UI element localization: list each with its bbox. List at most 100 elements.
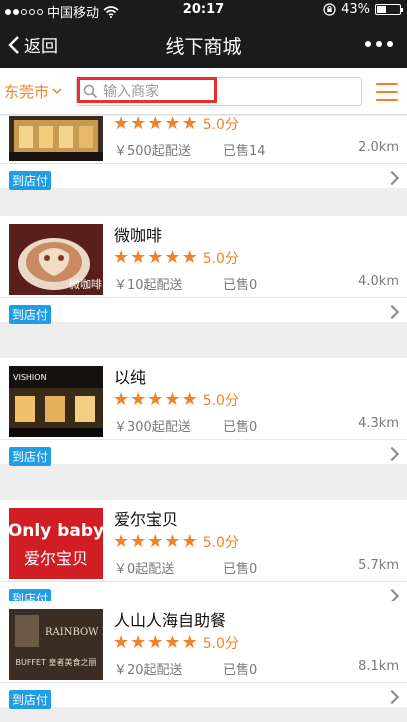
- store-card[interactable]: RAINBOW BUFFET BUFFET 皇者美食之丽 人山人海自助餐 ★★★…: [0, 601, 407, 709]
- store-card[interactable]: Only baby 爱尔宝贝 爱尔宝贝 ★ ★ ★ ★ ★ 5.0分 ￥0起配送 已售0…: [0, 500, 407, 608]
- star-icon: ★: [164, 116, 181, 134]
- battery-icon: [375, 4, 403, 15]
- rating-score: 5.0分: [202, 250, 239, 267]
- rating-score: 5.0分: [202, 116, 239, 133]
- store-thumbnail: Only baby 爱尔宝贝: [9, 508, 103, 579]
- rating-stars: ★ ★ ★ ★ ★ 5.0分: [113, 116, 239, 134]
- divider: [0, 682, 407, 683]
- star-icon: ★: [147, 116, 164, 134]
- rating-score: 5.0分: [202, 635, 239, 652]
- star-icon: ★: [113, 389, 130, 410]
- sold-count: 已售0: [223, 420, 258, 435]
- distance: 5.7km: [358, 558, 399, 573]
- min-order: ￥20起配送: [114, 663, 183, 678]
- battery-percent: 43%: [341, 2, 370, 17]
- star-icon: ★: [147, 531, 164, 552]
- chevron-right-icon[interactable]: [384, 689, 400, 705]
- min-order: ￥10起配送: [114, 278, 183, 293]
- thumbnail-caption-2: 爱尔宝贝: [24, 549, 88, 568]
- city-label: 东莞市: [4, 83, 50, 101]
- pay-in-store-badge: 到店付: [9, 690, 52, 709]
- sold-count: 已售0: [223, 663, 258, 678]
- distance: 4.3km: [358, 416, 399, 431]
- rating-score: 5.0分: [202, 392, 239, 409]
- store-name: 爱尔宝贝: [114, 510, 179, 529]
- thumbnail-caption: RAINBOW BUFFET: [45, 627, 103, 638]
- star-icon: ★: [130, 389, 147, 410]
- city-selector[interactable]: 东莞市: [4, 81, 62, 102]
- search-bar: 东莞市: [0, 68, 407, 115]
- thumbnail-caption: Only baby: [9, 521, 103, 541]
- chevron-right-icon[interactable]: [384, 170, 400, 186]
- thumbnail-caption-2: BUFFET 皇者美食之丽: [15, 657, 96, 667]
- orientation-lock-icon: [323, 3, 336, 16]
- pay-in-store-badge: 到店付: [9, 305, 52, 324]
- star-icon: ★: [147, 632, 164, 653]
- star-icon: ★: [181, 247, 198, 268]
- rating-stars: ★ ★ ★ ★ ★ 5.0分: [113, 247, 239, 268]
- store-card[interactable]: VISHION 以纯 ★ ★ ★ ★ ★ 5.0分 ￥300起配送 已售0 4.3km …: [0, 358, 407, 466]
- brand-logo-image: Only baby 爱尔宝贝: [9, 508, 103, 579]
- rating-stars: ★ ★ ★ ★ ★ 5.0分: [113, 531, 239, 552]
- distance: 2.0km: [358, 140, 399, 155]
- distance: 4.0km: [358, 274, 399, 289]
- nav-bar: 返回 线下商城: [0, 20, 407, 68]
- star-icon: ★: [181, 116, 198, 134]
- store-card[interactable]: ★ ★ ★ ★ ★ 5.0分 ￥500起配送 已售14 2.0km 到店付: [0, 116, 407, 190]
- star-icon: ★: [147, 389, 164, 410]
- star-icon: ★: [181, 389, 198, 410]
- thumbnail-caption: 微咖啡: [69, 277, 102, 291]
- thumbnail-caption: VISHION: [13, 373, 47, 382]
- star-icon: ★: [164, 247, 181, 268]
- star-icon: ★: [113, 531, 130, 552]
- divider: [0, 581, 407, 582]
- min-order: ￥0起配送: [114, 562, 175, 577]
- chevron-down-icon: [52, 88, 62, 95]
- star-icon: ★: [164, 632, 181, 653]
- store-name: 人山人海自助餐: [114, 611, 227, 630]
- store-name: 以纯: [114, 368, 147, 387]
- search-box[interactable]: [76, 77, 362, 106]
- pay-in-store-badge: 到店付: [9, 171, 52, 190]
- chevron-right-icon[interactable]: [384, 446, 400, 462]
- star-icon: ★: [130, 247, 147, 268]
- star-icon: ★: [147, 247, 164, 268]
- store-name: 微咖啡: [114, 226, 163, 245]
- star-icon: ★: [113, 116, 130, 134]
- store-list: ★ ★ ★ ★ ★ 5.0分 ￥500起配送 已售14 2.0km 到店付 微咖啡 微咖…: [0, 116, 407, 722]
- min-order: ￥300起配送: [114, 420, 191, 435]
- star-icon: ★: [181, 531, 198, 552]
- status-bar: 中国移动 20:17 43%: [0, 0, 407, 21]
- sold-count: 已售0: [223, 562, 258, 577]
- search-icon: [83, 84, 98, 99]
- divider: [0, 297, 407, 298]
- menu-icon[interactable]: [376, 83, 398, 101]
- search-input[interactable]: [103, 81, 353, 102]
- rating-stars: ★ ★ ★ ★ ★ 5.0分: [113, 389, 239, 410]
- store-thumbnail: VISHION: [9, 366, 103, 437]
- star-icon: ★: [164, 389, 181, 410]
- star-icon: ★: [130, 632, 147, 653]
- store-thumbnail: RAINBOW BUFFET BUFFET 皇者美食之丽: [9, 609, 103, 680]
- store-thumbnail: 微咖啡: [9, 224, 103, 295]
- brand-logo-image: RAINBOW BUFFET BUFFET 皇者美食之丽: [9, 609, 103, 680]
- divider: [0, 439, 407, 440]
- rating-score: 5.0分: [202, 534, 239, 551]
- star-icon: ★: [113, 247, 130, 268]
- star-icon: ★: [130, 116, 147, 134]
- sold-count: 已售0: [223, 278, 258, 293]
- pay-in-store-badge: 到店付: [9, 447, 52, 466]
- storefront-image: VISHION: [9, 366, 103, 437]
- rating-stars: ★ ★ ★ ★ ★ 5.0分: [113, 632, 239, 653]
- storefront-image: [9, 116, 103, 161]
- more-menu-icon[interactable]: [365, 41, 393, 47]
- distance: 8.1km: [358, 659, 399, 674]
- min-order: ￥500起配送: [114, 144, 191, 159]
- star-icon: ★: [164, 531, 181, 552]
- store-card[interactable]: 微咖啡 微咖啡 ★ ★ ★ ★ ★ 5.0分 ￥10起配送 已售0 4.0km 到店付: [0, 216, 407, 324]
- page-title: 线下商城: [165, 36, 242, 58]
- star-icon: ★: [181, 632, 198, 653]
- sold-count: 已售14: [223, 144, 266, 159]
- chevron-right-icon[interactable]: [384, 304, 400, 320]
- store-thumbnail: [9, 116, 103, 161]
